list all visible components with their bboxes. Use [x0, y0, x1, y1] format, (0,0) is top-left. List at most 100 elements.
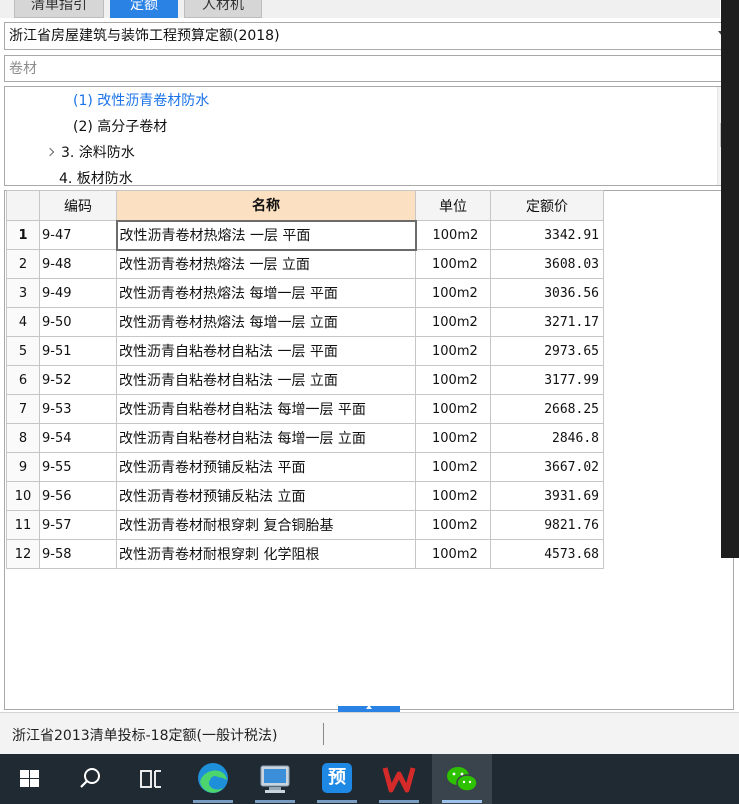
column-header-code[interactable]: 编码 — [39, 190, 117, 221]
taskbar-edge[interactable] — [183, 754, 243, 804]
row-number[interactable]: 12 — [6, 539, 40, 569]
tree-item-coating-waterproof[interactable]: 3. 涂料防水 — [45, 140, 135, 166]
cell-name[interactable]: 改性沥青自粘卷材自粘法 每增一层 立面 — [116, 423, 416, 453]
search-icon — [80, 768, 100, 788]
status-bar: 浙江省2013清单投标-18定额(一般计税法) — [0, 712, 739, 754]
column-header-price[interactable]: 定额价 — [490, 190, 604, 221]
cell-code[interactable]: 9-55 — [39, 452, 117, 482]
taskbar-remote-desktop[interactable] — [245, 754, 305, 804]
cell-code[interactable]: 9-47 — [39, 220, 117, 250]
cell-price[interactable]: 3177.99 — [490, 365, 604, 395]
cell-unit[interactable]: 100m2 — [415, 481, 491, 511]
cell-price[interactable]: 3931.69 — [490, 481, 604, 511]
row-number[interactable]: 2 — [6, 249, 40, 279]
cell-price[interactable]: 2668.25 — [490, 394, 604, 424]
cell-name[interactable]: 改性沥青自粘卷材自粘法 一层 立面 — [116, 365, 416, 395]
taskbar-search-button[interactable] — [60, 754, 120, 804]
cell-code[interactable]: 9-54 — [39, 423, 117, 453]
cell-price[interactable]: 3342.91 — [490, 220, 604, 250]
row-number[interactable]: 4 — [6, 307, 40, 337]
table-row[interactable]: 1 9-47 改性沥青卷材热熔法 一层 平面 100m2 3342.91 — [6, 219, 604, 251]
cell-name[interactable]: 改性沥青卷材预铺反粘法 立面 — [116, 481, 416, 511]
table-row[interactable]: 4 9-50 改性沥青卷材热熔法 每增一层 立面 100m2 3271.17 — [6, 307, 604, 337]
cell-code[interactable]: 9-53 — [39, 394, 117, 424]
cell-price[interactable]: 3271.17 — [490, 307, 604, 337]
budget-app-icon: 预 — [322, 763, 352, 793]
column-header-name[interactable]: 名称 — [116, 190, 416, 221]
cell-code[interactable]: 9-48 — [39, 249, 117, 279]
cell-price[interactable]: 4573.68 — [490, 539, 604, 569]
row-number[interactable]: 6 — [6, 365, 40, 395]
cell-unit[interactable]: 100m2 — [415, 510, 491, 540]
table-row[interactable]: 6 9-52 改性沥青自粘卷材自粘法 一层 立面 100m2 3177.99 — [6, 365, 604, 395]
cell-unit[interactable]: 100m2 — [415, 452, 491, 482]
cell-price[interactable]: 3667.02 — [490, 452, 604, 482]
row-number[interactable]: 10 — [6, 481, 40, 511]
cell-unit[interactable]: 100m2 — [415, 278, 491, 308]
cell-unit[interactable]: 100m2 — [415, 249, 491, 279]
table-row[interactable]: 11 9-57 改性沥青卷材耐根穿刺 复合铜胎基 100m2 9821.76 — [6, 510, 604, 540]
start-button[interactable] — [0, 754, 60, 804]
cell-name[interactable]: 改性沥青卷材耐根穿刺 化学阻根 — [116, 539, 416, 569]
cell-unit[interactable]: 100m2 — [415, 539, 491, 569]
search-input[interactable] — [5, 56, 729, 81]
taskbar-wps[interactable] — [369, 754, 429, 804]
column-header-unit[interactable]: 单位 — [415, 190, 491, 221]
row-number[interactable]: 11 — [6, 510, 40, 540]
tree-item-polymer-membrane[interactable]: (2) 高分子卷材 — [73, 114, 167, 140]
row-number[interactable]: 1 — [6, 220, 40, 250]
cell-name[interactable]: 改性沥青卷材预铺反粘法 平面 — [116, 452, 416, 482]
tree-item-modified-asphalt[interactable]: (1) 改性沥青卷材防水 — [73, 88, 209, 114]
cell-code[interactable]: 9-50 — [39, 307, 117, 337]
cell-code[interactable]: 9-49 — [39, 278, 117, 308]
cell-name[interactable]: 改性沥青卷材热熔法 一层 平面 — [115, 219, 417, 251]
cell-name[interactable]: 改性沥青卷材热熔法 一层 立面 — [116, 249, 416, 279]
chevron-right-icon[interactable] — [45, 147, 55, 157]
cell-price[interactable]: 3608.03 — [490, 249, 604, 279]
cell-price[interactable]: 3036.56 — [490, 278, 604, 308]
table-row[interactable]: 12 9-58 改性沥青卷材耐根穿刺 化学阻根 100m2 4573.68 — [6, 539, 604, 569]
table-row[interactable]: 3 9-49 改性沥青卷材热熔法 每增一层 平面 100m2 3036.56 — [6, 278, 604, 308]
tab-labor-material-machine[interactable]: 人材机 — [184, 0, 262, 18]
table-row[interactable]: 9 9-55 改性沥青卷材预铺反粘法 平面 100m2 3667.02 — [6, 452, 604, 482]
tab-list-guide[interactable]: 清单指引 — [14, 0, 104, 18]
row-number[interactable]: 7 — [6, 394, 40, 424]
taskbar-wechat[interactable] — [432, 754, 492, 804]
row-number[interactable]: 3 — [6, 278, 40, 308]
row-number[interactable]: 9 — [6, 452, 40, 482]
status-divider — [323, 723, 324, 745]
cell-code[interactable]: 9-58 — [39, 539, 117, 569]
quota-library-select[interactable]: 浙江省房屋建筑与装饰工程预算定额(2018) — [4, 22, 730, 50]
cell-name[interactable]: 改性沥青自粘卷材自粘法 每增一层 平面 — [116, 394, 416, 424]
running-indicator — [442, 800, 482, 803]
cell-price[interactable]: 2846.8 — [490, 423, 604, 453]
cell-name[interactable]: 改性沥青卷材热熔法 每增一层 立面 — [116, 307, 416, 337]
cell-unit[interactable]: 100m2 — [415, 307, 491, 337]
cell-name[interactable]: 改性沥青卷材热熔法 每增一层 平面 — [116, 278, 416, 308]
cell-code[interactable]: 9-52 — [39, 365, 117, 395]
table-row[interactable]: 8 9-54 改性沥青自粘卷材自粘法 每增一层 立面 100m2 2846.8 — [6, 423, 604, 453]
row-number[interactable]: 8 — [6, 423, 40, 453]
taskbar-budget-app[interactable]: 预 — [307, 754, 367, 804]
table-row[interactable]: 7 9-53 改性沥青自粘卷材自粘法 每增一层 平面 100m2 2668.25 — [6, 394, 604, 424]
tab-quota[interactable]: 定额 — [110, 0, 178, 18]
cell-name[interactable]: 改性沥青自粘卷材自粘法 一层 平面 — [116, 336, 416, 366]
task-view-button[interactable] — [120, 754, 180, 804]
cell-unit[interactable]: 100m2 — [415, 394, 491, 424]
cell-code[interactable]: 9-57 — [39, 510, 117, 540]
cell-code[interactable]: 9-56 — [39, 481, 117, 511]
table-row[interactable]: 10 9-56 改性沥青卷材预铺反粘法 立面 100m2 3931.69 — [6, 481, 604, 511]
cell-price[interactable]: 2973.65 — [490, 336, 604, 366]
row-number[interactable]: 5 — [6, 336, 40, 366]
cell-unit[interactable]: 100m2 — [415, 336, 491, 366]
cell-price[interactable]: 9821.76 — [490, 510, 604, 540]
cell-unit[interactable]: 100m2 — [415, 423, 491, 453]
table-row[interactable]: 5 9-51 改性沥青自粘卷材自粘法 一层 平面 100m2 2973.65 — [6, 336, 604, 366]
cell-code[interactable]: 9-51 — [39, 336, 117, 366]
tree-item-board-waterproof[interactable]: 4. 板材防水 — [59, 166, 133, 185]
table-row[interactable]: 2 9-48 改性沥青卷材热熔法 一层 立面 100m2 3608.03 — [6, 249, 604, 279]
search-field[interactable] — [4, 55, 730, 82]
cell-name[interactable]: 改性沥青卷材耐根穿刺 复合铜胎基 — [116, 510, 416, 540]
cell-unit[interactable]: 100m2 — [415, 220, 491, 250]
cell-unit[interactable]: 100m2 — [415, 365, 491, 395]
